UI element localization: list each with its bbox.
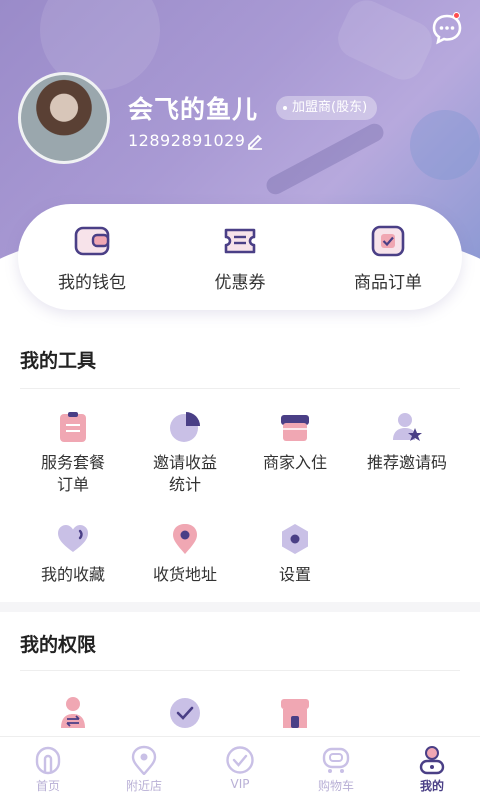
quick-action-card: 我的钱包 优惠券 商品订单 — [18, 204, 462, 310]
nearby-pin-icon — [131, 745, 157, 775]
order-button[interactable]: 商品订单 — [314, 204, 462, 310]
tool-label: 邀请收益 统计 — [152, 453, 217, 494]
pie-chart-icon — [170, 412, 200, 442]
bottom-tab-bar: 首页 附近店 VIP 购物车 我的 — [0, 736, 480, 800]
section-gap — [0, 602, 480, 612]
wallet-icon — [74, 226, 110, 256]
section-divider — [20, 388, 460, 389]
tool-shipping-address[interactable]: 收货地址 — [130, 522, 240, 586]
profile-icon — [419, 746, 445, 775]
tab-profile[interactable]: 我的 — [384, 737, 480, 800]
tool-label: 我的收藏 — [40, 565, 105, 584]
user-exchange-icon — [61, 697, 85, 728]
tool-favorites[interactable]: 我的收藏 — [18, 522, 128, 586]
tool-referral-code[interactable]: 推荐邀请码 — [352, 410, 462, 474]
header-decoration — [331, 0, 439, 87]
order-icon — [371, 225, 405, 257]
home-icon — [35, 746, 61, 775]
section-divider — [20, 670, 460, 671]
tool-merchant-join[interactable]: 商家入住 — [240, 410, 350, 474]
tab-cart[interactable]: 购物车 — [288, 737, 384, 800]
edit-icon[interactable] — [246, 132, 264, 150]
coupon-button[interactable]: 优惠券 — [166, 204, 314, 310]
tab-vip[interactable]: VIP — [192, 737, 288, 800]
tool-label: 设置 — [278, 565, 311, 584]
vip-icon — [226, 746, 254, 774]
tool-label: 服务套餐 订单 — [40, 453, 105, 494]
tool-label: 收货地址 — [152, 565, 217, 584]
tab-label: 首页 — [35, 779, 60, 793]
store-icon — [281, 699, 309, 728]
check-circle-icon — [170, 698, 200, 728]
order-label: 商品订单 — [354, 273, 422, 293]
unread-dot — [453, 12, 460, 19]
header-decoration — [263, 120, 387, 198]
tab-label: 附近店 — [125, 779, 162, 793]
permission-item[interactable] — [240, 694, 350, 728]
user-star-icon — [393, 413, 422, 441]
tab-label: 购物车 — [317, 779, 354, 793]
username: 会飞的鱼儿 — [128, 95, 259, 124]
permission-item[interactable] — [130, 694, 240, 728]
permissions-section-title: 我的权限 — [20, 634, 97, 656]
heart-icon — [58, 525, 88, 552]
tool-label: 商家入住 — [262, 453, 327, 472]
tools-section-title: 我的工具 — [20, 350, 97, 372]
member-badge: 加盟商(股东) — [276, 96, 378, 120]
message-button[interactable] — [430, 12, 464, 46]
permission-item[interactable] — [18, 694, 128, 728]
coupon-icon — [224, 228, 256, 254]
shop-icon — [281, 415, 309, 441]
clipboard-icon — [60, 412, 86, 442]
tool-label: 推荐邀请码 — [366, 453, 447, 472]
wallet-button[interactable]: 我的钱包 — [18, 204, 166, 310]
tool-invite-earnings[interactable]: 邀请收益 统计 — [130, 410, 240, 496]
tab-label: 我的 — [419, 779, 444, 793]
location-pin-icon — [173, 524, 197, 554]
avatar[interactable] — [18, 72, 110, 164]
settings-hex-icon — [282, 524, 308, 554]
tab-home[interactable]: 首页 — [0, 737, 96, 800]
tab-nearby[interactable]: 附近店 — [96, 737, 192, 800]
tab-label: VIP — [230, 777, 250, 791]
phone-number: 12892891029 — [128, 131, 246, 150]
header-decoration — [410, 110, 480, 180]
cart-icon — [322, 747, 350, 773]
tool-service-orders[interactable]: 服务套餐 订单 — [18, 410, 128, 496]
wallet-label: 我的钱包 — [58, 273, 126, 293]
tool-settings[interactable]: 设置 — [240, 522, 350, 586]
coupon-label: 优惠券 — [214, 273, 266, 293]
